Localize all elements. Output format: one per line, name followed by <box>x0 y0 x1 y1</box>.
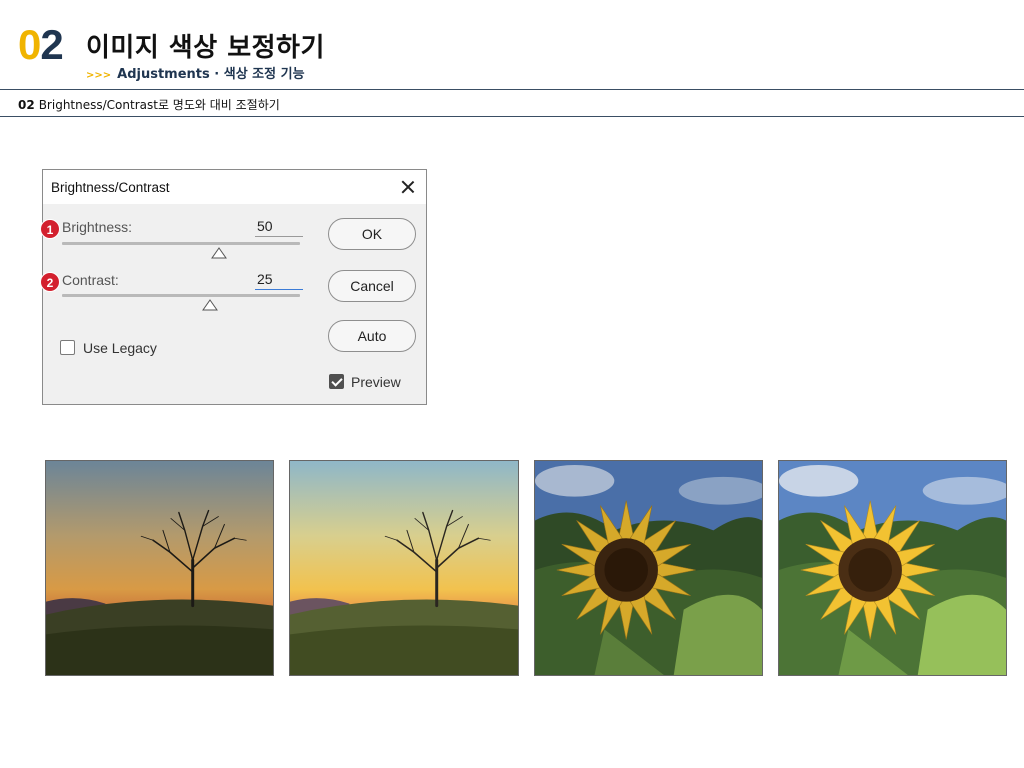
brightness-slider-track[interactable] <box>62 242 300 245</box>
subtitle-arrows: >>> <box>86 70 112 81</box>
brightness-slider-thumb[interactable] <box>211 247 228 259</box>
contrast-label: Contrast: <box>62 272 119 288</box>
brightness-label: Brightness: <box>62 219 133 235</box>
badge-1: 1 <box>40 219 60 239</box>
subtitle-text: Adjustments · 색상 조정 기능 <box>117 67 305 82</box>
preview-label[interactable]: Preview <box>351 374 401 390</box>
section-heading: 02 Brightness/Contrast로 명도와 대비 조절하기 <box>18 96 280 113</box>
badge-2: 2 <box>40 272 60 292</box>
photo-tree-after <box>289 460 519 676</box>
photo-sunflower-after <box>778 460 1007 676</box>
section-number: 02 <box>18 98 35 112</box>
page-subtitle: >>> Adjustments · 색상 조정 기능 <box>86 63 305 82</box>
use-legacy-checkbox[interactable] <box>60 340 75 355</box>
section-title: Brightness/Contrast로 명도와 대비 조절하기 <box>38 98 280 112</box>
use-legacy-label[interactable]: Use Legacy <box>83 340 157 356</box>
contrast-slider-thumb[interactable] <box>201 299 218 311</box>
page-title: 이미지 색상 보정하기 <box>86 33 325 63</box>
dialog-title: Brightness/Contrast <box>51 180 170 195</box>
chapter-digit-accent: 0 <box>18 21 41 68</box>
photo-tree-before <box>45 460 274 676</box>
contrast-slider-track[interactable] <box>62 294 300 297</box>
chapter-digit: 2 <box>40 21 63 68</box>
cancel-button[interactable]: Cancel <box>328 270 416 302</box>
chapter-number: 02 <box>18 21 64 68</box>
contrast-input[interactable]: 25 <box>255 271 303 290</box>
auto-button[interactable]: Auto <box>328 320 416 352</box>
close-icon[interactable] <box>398 177 418 197</box>
section-bar: 02 Brightness/Contrast로 명도와 대비 조절하기 <box>0 89 1024 117</box>
photo-sunflower-before <box>534 460 763 676</box>
brightness-contrast-dialog: Brightness/Contrast 1 Brightness: 50 2 C… <box>40 169 427 405</box>
dialog-titlebar[interactable]: Brightness/Contrast <box>43 170 426 204</box>
brightness-input[interactable]: 50 <box>255 218 303 237</box>
preview-checkbox[interactable] <box>329 374 344 389</box>
ok-button[interactable]: OK <box>328 218 416 250</box>
